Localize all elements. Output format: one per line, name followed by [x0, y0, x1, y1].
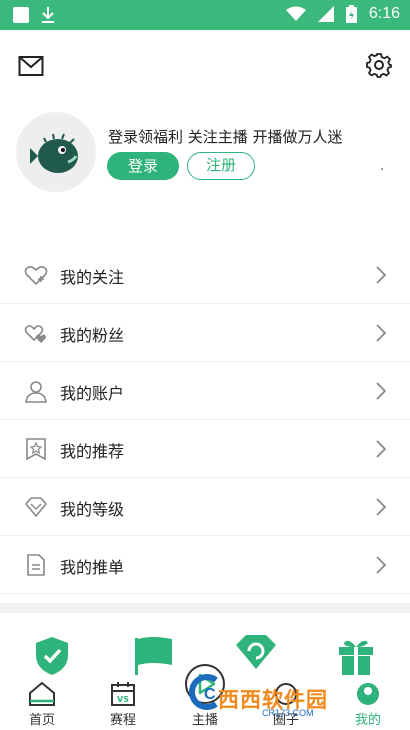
- tab-label: 首页: [28, 713, 55, 728]
- hearts-icon: [24, 325, 46, 343]
- profile-tab-icon: [357, 683, 379, 705]
- wifi-icon: [285, 6, 306, 21]
- login-slogan: 登录领福利 关注主播 开播做万人迷: [108, 128, 343, 146]
- menu-list: 我的关注 我的粉丝 我的账户 我的推荐 我的等级 我的推单: [0, 246, 410, 594]
- user-icon: [25, 381, 47, 403]
- signal-icon: [317, 6, 334, 22]
- status-bar: 6:16: [0, 0, 410, 30]
- vs-calendar-icon: VS: [111, 682, 135, 706]
- tab-mine[interactable]: 我的: [338, 677, 398, 728]
- menu-item-level[interactable]: 我的等级: [0, 478, 410, 536]
- register-button[interactable]: 注册: [187, 152, 255, 180]
- download-icon: [42, 7, 54, 23]
- chevron-right-icon: [376, 324, 386, 342]
- watermark-logo-letter: C: [204, 686, 216, 703]
- menu-item-follows[interactable]: 我的关注: [0, 246, 410, 304]
- decorative-dot: [381, 168, 383, 170]
- diamond-icon: [24, 497, 48, 518]
- pufferfish-avatar-icon: [30, 133, 78, 173]
- login-button[interactable]: 登录: [107, 152, 179, 180]
- section-separator: [0, 603, 410, 613]
- chevron-right-icon: [376, 382, 386, 400]
- menu-item-fans[interactable]: 我的粉丝: [0, 304, 410, 362]
- section-gap: [0, 208, 410, 246]
- gem-refresh-icon[interactable]: [232, 633, 280, 671]
- svg-text:VS: VS: [117, 695, 129, 704]
- star-badge-icon: [26, 438, 46, 461]
- tab-label: 赛程: [109, 713, 136, 728]
- app-notification-icon: [13, 7, 29, 23]
- status-time: 6:16: [368, 5, 400, 22]
- mail-icon[interactable]: [18, 55, 44, 77]
- menu-item-tips[interactable]: 我的推单: [0, 536, 410, 594]
- profile-section: 登录领福利 关注主播 开播做万人迷 登录 注册: [0, 98, 410, 208]
- menu-item-label: 我的关注: [60, 268, 125, 287]
- battery-charging-icon: [345, 5, 357, 23]
- chevron-right-icon: [376, 266, 386, 284]
- watermark-subtext: CR173.COM: [262, 708, 314, 718]
- tab-label: 我的: [354, 713, 381, 728]
- settings-gear-icon[interactable]: [366, 52, 392, 78]
- flag-icon[interactable]: [132, 635, 174, 675]
- home-icon: [29, 681, 55, 706]
- shield-check-icon[interactable]: [32, 635, 72, 677]
- tab-home[interactable]: 首页: [12, 677, 72, 728]
- chevron-right-icon: [376, 498, 386, 516]
- menu-item-recommend[interactable]: 我的推荐: [0, 420, 410, 478]
- menu-item-label: 我的推单: [60, 558, 125, 577]
- chevron-right-icon: [376, 556, 386, 574]
- menu-item-label: 我的推荐: [60, 442, 125, 461]
- menu-item-label: 我的粉丝: [60, 326, 125, 345]
- heart-plus-icon: [24, 266, 48, 286]
- avatar[interactable]: [16, 112, 96, 192]
- document-icon: [27, 554, 45, 576]
- gift-icon[interactable]: [336, 635, 376, 677]
- menu-item-label: 我的账户: [60, 384, 125, 403]
- tab-schedule[interactable]: VS 赛程: [93, 677, 153, 728]
- menu-item-account[interactable]: 我的账户: [0, 362, 410, 420]
- menu-item-label: 我的等级: [60, 500, 125, 519]
- top-bar: [0, 30, 410, 98]
- chevron-right-icon: [376, 440, 386, 458]
- watermark-logo-icon: C: [189, 674, 218, 710]
